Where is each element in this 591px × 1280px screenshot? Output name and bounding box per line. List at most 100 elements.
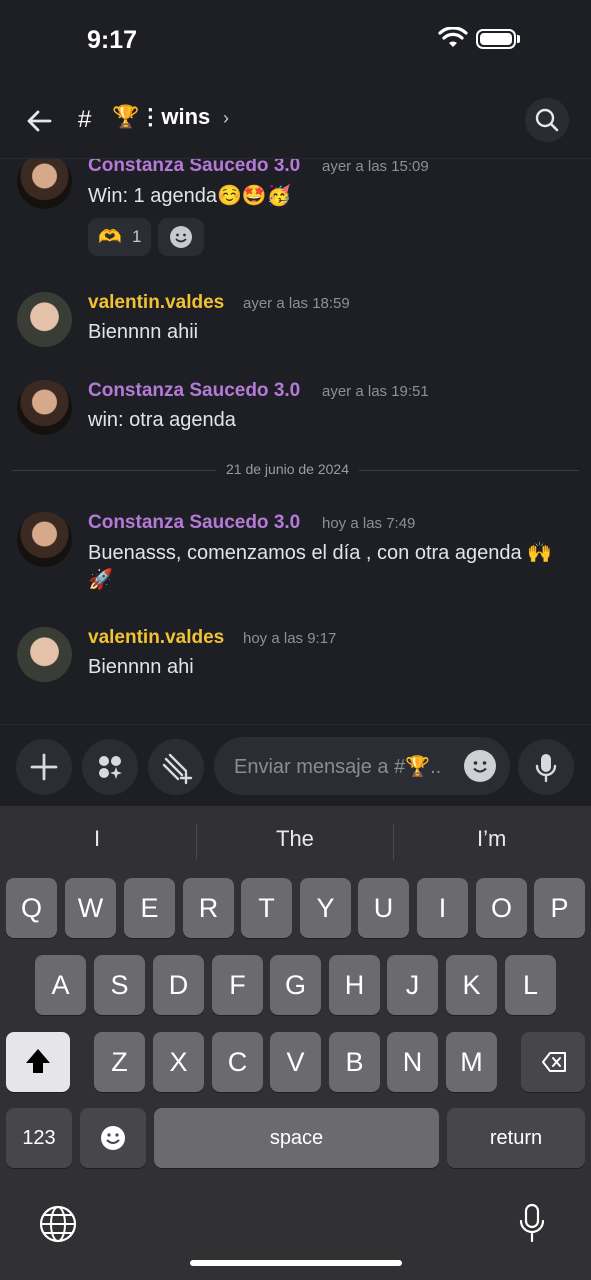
message-item: Constanza Saucedo 3.0 hoy a las 7:49 Bue… xyxy=(0,512,591,602)
wifi-icon xyxy=(438,27,468,47)
message-item: valentin.valdes hoy a las 9:17 Biennnn a… xyxy=(0,627,591,687)
key-q[interactable]: Q xyxy=(6,878,57,938)
avatar[interactable] xyxy=(17,380,72,435)
channel-header: # 🏆⋮wins › xyxy=(0,86,591,159)
battery-nub xyxy=(517,35,520,43)
key-z[interactable]: Z xyxy=(94,1032,145,1092)
key-c[interactable]: C xyxy=(212,1032,263,1092)
key-a[interactable]: A xyxy=(35,955,86,1015)
message-item: Constanza Saucedo 3.0 ayer a las 19:51 w… xyxy=(0,380,591,440)
globe-icon[interactable] xyxy=(38,1204,78,1244)
status-bar: 9:17 xyxy=(0,0,591,80)
suggestion-2[interactable]: The xyxy=(276,826,314,852)
reaction-count: 1 xyxy=(132,227,142,246)
message-text-continued: 🚀 xyxy=(88,569,113,591)
key-s[interactable]: S xyxy=(94,955,145,1015)
microphone-icon xyxy=(535,754,557,783)
message-input[interactable]: Enviar mensaje a #🏆.. xyxy=(214,737,510,795)
message-timestamp: ayer a las 15:09 xyxy=(322,159,429,175)
voice-message-button[interactable] xyxy=(518,739,574,795)
key-u[interactable]: U xyxy=(358,878,409,938)
message-author[interactable]: Constanza Saucedo 3.0 xyxy=(88,512,300,534)
avatar[interactable] xyxy=(17,159,72,209)
shift-key[interactable] xyxy=(6,1032,70,1092)
smiley-icon xyxy=(170,226,192,248)
key-h[interactable]: H xyxy=(329,955,380,1015)
return-key[interactable]: return xyxy=(447,1108,585,1168)
channel-hash-icon: # xyxy=(78,106,92,133)
dictation-microphone-icon[interactable] xyxy=(515,1202,549,1246)
key-n[interactable]: N xyxy=(387,1032,438,1092)
back-arrow-icon[interactable] xyxy=(24,106,54,136)
message-timestamp: hoy a las 7:49 xyxy=(322,515,416,532)
home-indicator[interactable] xyxy=(190,1260,402,1266)
message-item: valentin.valdes ayer a las 18:59 Biennnn… xyxy=(0,292,591,352)
message-input-placeholder: Enviar mensaje a #🏆.. xyxy=(234,756,442,778)
numbers-key[interactable]: 123 xyxy=(6,1108,72,1168)
key-p[interactable]: P xyxy=(534,878,585,938)
suggestion-divider xyxy=(393,824,394,860)
gift-icon xyxy=(162,753,193,785)
add-reaction-button[interactable] xyxy=(158,218,204,256)
suggestion-3[interactable]: I’m xyxy=(477,826,506,852)
emoji-key[interactable] xyxy=(80,1108,146,1168)
battery-icon xyxy=(476,29,516,49)
key-e[interactable]: E xyxy=(124,878,175,938)
message-text: Biennnn ahi xyxy=(88,656,194,678)
message-text: Win: 1 agenda☺️🤩🥳 xyxy=(88,185,292,207)
key-f[interactable]: F xyxy=(212,955,263,1015)
backspace-key[interactable] xyxy=(521,1032,585,1092)
key-v[interactable]: V xyxy=(270,1032,321,1092)
ios-keyboard: I The I’m Q W E R T Y U I O P A S D F G … xyxy=(0,806,591,1280)
backspace-icon xyxy=(542,1052,566,1072)
avatar[interactable] xyxy=(17,512,72,567)
suggestion-1[interactable]: I xyxy=(94,826,100,852)
status-time: 9:17 xyxy=(87,26,138,54)
apps-icon xyxy=(99,756,122,779)
message-text: Biennnn ahii xyxy=(88,321,199,343)
key-r[interactable]: R xyxy=(183,878,234,938)
key-l[interactable]: L xyxy=(505,955,556,1015)
key-g[interactable]: G xyxy=(270,955,321,1015)
message-text: win: otra agenda xyxy=(88,409,236,431)
key-j[interactable]: J xyxy=(387,955,438,1015)
key-w[interactable]: W xyxy=(65,878,116,938)
avatar[interactable] xyxy=(17,627,72,682)
add-attachment-button[interactable] xyxy=(16,739,72,795)
key-d[interactable]: D xyxy=(153,955,204,1015)
date-divider-label: 21 de junio de 2024 xyxy=(216,461,359,477)
message-item: Constanza Saucedo 3.0 ayer a las 15:09 W… xyxy=(0,159,591,259)
emoji-picker-icon[interactable] xyxy=(464,750,496,782)
message-author[interactable]: valentin.valdes xyxy=(88,627,224,649)
search-icon xyxy=(535,108,559,132)
message-text: Buenasss, comenzamos el día , con otra a… xyxy=(88,542,553,564)
reaction-emoji: 🫶 xyxy=(98,227,122,248)
plus-icon xyxy=(30,753,58,781)
suggestion-divider xyxy=(196,824,197,860)
key-i[interactable]: I xyxy=(417,878,468,938)
message-author[interactable]: Constanza Saucedo 3.0 xyxy=(88,159,300,177)
message-timestamp: hoy a las 9:17 xyxy=(243,630,337,647)
key-y[interactable]: Y xyxy=(300,878,351,938)
message-composer: Enviar mensaje a #🏆.. xyxy=(0,724,591,807)
message-author[interactable]: valentin.valdes xyxy=(88,292,224,314)
emoji-icon xyxy=(101,1126,125,1150)
key-o[interactable]: O xyxy=(476,878,527,938)
message-timestamp: ayer a las 19:51 xyxy=(322,383,429,400)
gift-button[interactable] xyxy=(148,739,204,795)
avatar[interactable] xyxy=(17,292,72,347)
message-timestamp: ayer a las 18:59 xyxy=(243,295,350,312)
reaction-pill[interactable]: 🫶 1 xyxy=(88,218,151,256)
key-x[interactable]: X xyxy=(153,1032,204,1092)
key-m[interactable]: M xyxy=(446,1032,497,1092)
apps-button[interactable] xyxy=(82,739,138,795)
key-k[interactable]: K xyxy=(446,955,497,1015)
channel-name[interactable]: 🏆⋮wins xyxy=(112,104,210,130)
space-key[interactable]: space xyxy=(154,1108,439,1168)
key-b[interactable]: B xyxy=(329,1032,380,1092)
chevron-right-icon[interactable]: › xyxy=(223,108,229,129)
key-t[interactable]: T xyxy=(241,878,292,938)
message-author[interactable]: Constanza Saucedo 3.0 xyxy=(88,380,300,402)
search-button[interactable] xyxy=(525,98,569,142)
message-list: Constanza Saucedo 3.0 ayer a las 15:09 W… xyxy=(0,159,591,724)
